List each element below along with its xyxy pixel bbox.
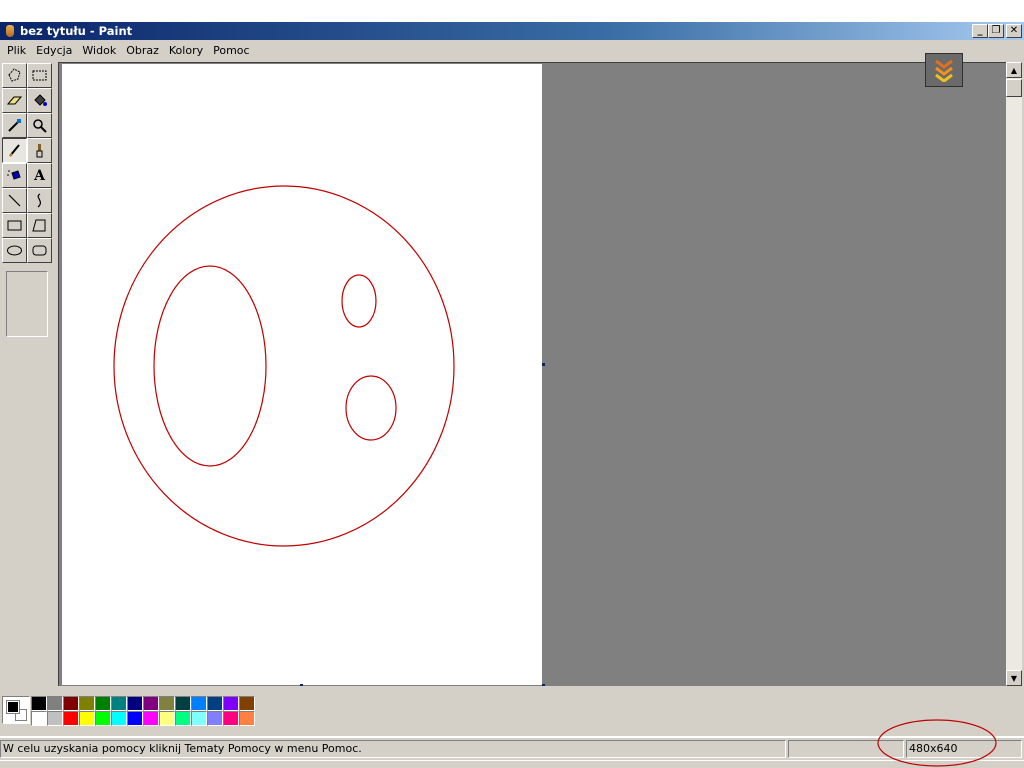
main-area: A ▲ ▼ [0,53,1024,687]
color-swatch[interactable] [47,696,63,711]
eraser-icon[interactable] [2,88,27,113]
color-swatch[interactable] [143,711,159,726]
title-bar[interactable]: bez tytułu - Paint _ ❐ ✕ [0,22,1024,40]
toolbox: A [2,63,54,337]
chevrons-down-icon [935,59,953,82]
color-swatch[interactable] [223,696,239,711]
paint-app-icon[interactable] [3,24,17,38]
color-swatch[interactable] [31,711,47,726]
color-swatch[interactable] [95,711,111,726]
scroll-down-button[interactable]: ▼ [1006,670,1022,686]
color-swatch[interactable] [239,696,255,711]
color-swatch[interactable] [127,696,143,711]
pencil-icon[interactable] [2,138,27,163]
color-swatch[interactable] [175,711,191,726]
status-coords-panel [788,740,904,758]
status-bar: W celu uzyskania pomocy kliknij Tematy P… [0,738,1024,760]
small-lower-oval [345,375,397,441]
airbrush-icon[interactable] [2,163,27,188]
color-swatch[interactable] [79,696,95,711]
color-swatch[interactable] [111,711,127,726]
scroll-thumb[interactable] [1006,79,1022,97]
tool-options-panel[interactable] [6,271,48,337]
color-swatch[interactable] [159,696,175,711]
taskbar-strip [0,760,1024,768]
resize-handle-right[interactable] [542,363,545,366]
scroll-up-button[interactable]: ▲ [1006,62,1022,78]
color-swatch[interactable] [95,696,111,711]
status-size-text: 480x640 [906,740,1022,758]
brush-icon[interactable] [27,138,52,163]
vertical-scrollbar[interactable]: ▲ ▼ [1006,62,1022,686]
rect-select-icon[interactable] [27,63,52,88]
rounded-rect-icon[interactable] [27,238,52,263]
color-swatch[interactable] [79,711,95,726]
minimize-button[interactable]: _ [972,24,988,38]
ellipse-icon[interactable] [2,238,27,263]
free-select-icon[interactable] [2,63,27,88]
fill-icon[interactable] [27,88,52,113]
color-swatch[interactable] [191,711,207,726]
curve-icon[interactable] [27,188,52,213]
floating-overlay-button[interactable] [925,53,963,87]
polygon-icon[interactable] [27,213,52,238]
color-swatch[interactable] [31,696,47,711]
left-eye-oval [153,265,267,467]
menu-obraz[interactable]: Obraz [121,44,164,57]
close-button[interactable]: ✕ [1006,24,1022,38]
text-icon[interactable]: A [27,163,52,188]
color-swatch[interactable] [207,696,223,711]
drawing-canvas[interactable] [62,64,542,685]
magnifier-icon[interactable] [27,113,52,138]
menu-bar: Plik Edycja Widok Obraz Kolory Pomoc [0,40,1024,60]
color-swatch[interactable] [63,696,79,711]
color-swatch[interactable] [207,711,223,726]
canvas-area[interactable] [58,53,1006,687]
color-picker-icon[interactable] [2,113,27,138]
color-swatch[interactable] [175,696,191,711]
color-swatch[interactable] [159,711,175,726]
face-outline [113,185,455,547]
color-swatch[interactable] [63,711,79,726]
text-tool-glyph: A [34,167,45,184]
color-swatch[interactable] [223,711,239,726]
small-upper-oval [341,274,377,328]
drawing-layer [113,185,455,547]
color-swatches [31,696,255,726]
color-swatch[interactable] [191,696,207,711]
line-icon[interactable] [2,188,27,213]
rectangle-icon[interactable] [2,213,27,238]
color-swatch[interactable] [239,711,255,726]
color-palette-bar [0,686,1024,736]
color-swatch[interactable] [47,711,63,726]
window-title: bez tytułu - Paint [20,24,133,38]
status-help-text: W celu uzyskania pomocy kliknij Tematy P… [0,740,786,758]
menu-pomoc[interactable]: Pomoc [208,44,254,57]
color-swatch[interactable] [143,696,159,711]
color-swatch[interactable] [111,696,127,711]
menu-edycja[interactable]: Edycja [31,44,77,57]
foreground-color[interactable] [6,700,20,714]
color-swatch[interactable] [127,711,143,726]
menu-plik[interactable]: Plik [2,44,31,57]
menu-widok[interactable]: Widok [77,44,121,57]
restore-button[interactable]: ❐ [988,24,1004,38]
menu-kolory[interactable]: Kolory [164,44,208,57]
current-colors[interactable] [2,696,30,724]
